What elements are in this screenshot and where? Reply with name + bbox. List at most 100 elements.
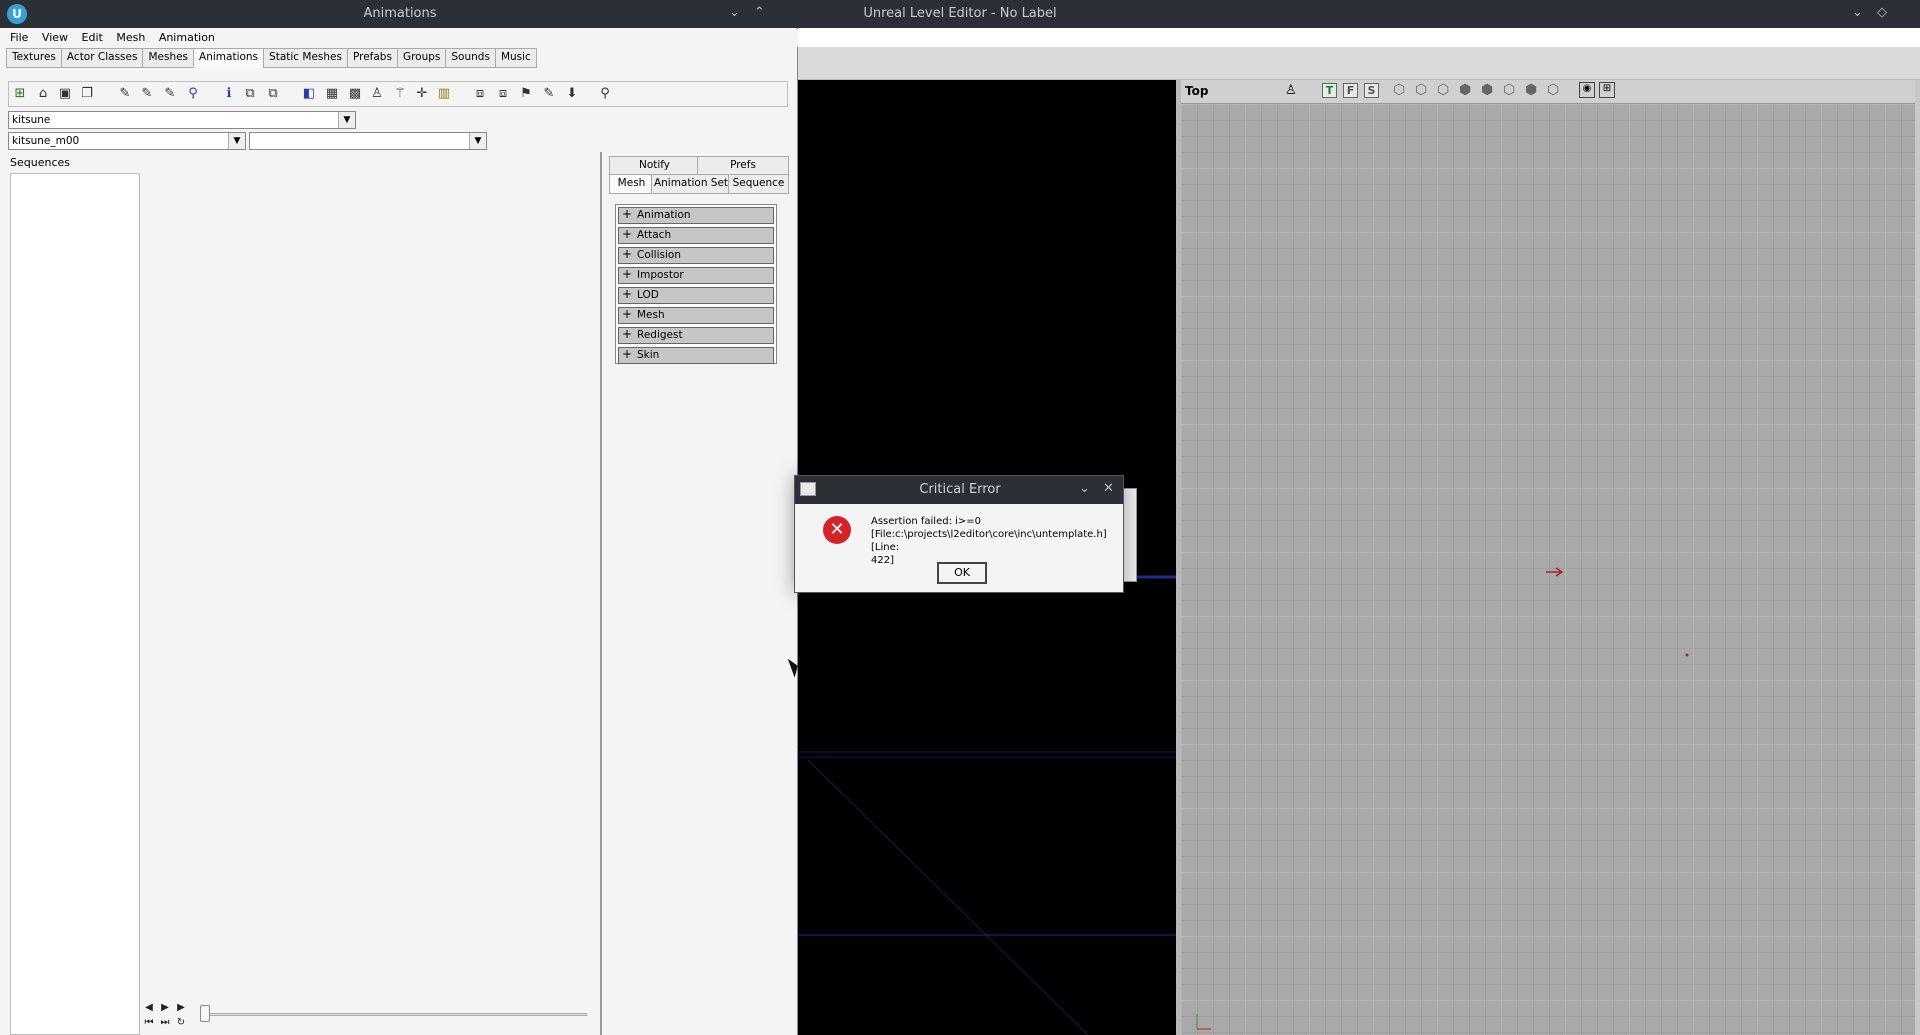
property-label: Mesh <box>637 309 665 321</box>
expand-icon[interactable]: + <box>622 247 632 262</box>
tab-animation-set[interactable]: Animation Set <box>651 174 731 194</box>
crosshair-icon[interactable]: ✛ <box>414 86 430 102</box>
tab-groups[interactable]: Groups <box>396 48 447 68</box>
box-icon-1[interactable]: ⧉ <box>242 86 258 102</box>
ok-button[interactable]: OK <box>937 562 987 584</box>
lock-icon[interactable]: ⊞ <box>1599 82 1615 98</box>
expand-icon[interactable]: + <box>622 207 632 222</box>
info-icon[interactable]: ℹ <box>221 86 237 102</box>
property-label: Attach <box>637 229 672 241</box>
animations-window-title: Animations <box>363 6 437 21</box>
property-redigest[interactable]: + Redigest <box>618 327 774 344</box>
bone-icon[interactable]: ⚚ <box>392 86 408 102</box>
tab-notify[interactable]: Notify <box>609 156 700 176</box>
tab-meshes[interactable]: Meshes <box>142 48 195 68</box>
step-back-icon[interactable]: ◀ <box>142 1002 156 1014</box>
property-collision[interactable]: + Collision <box>618 247 774 264</box>
notify-icon[interactable]: ⚑ <box>518 86 534 102</box>
chevron-down-icon[interactable]: ▼ <box>469 133 486 149</box>
side-mode-icon[interactable]: S <box>1364 83 1379 98</box>
grid-icon[interactable]: ▦ <box>324 86 340 102</box>
tab-sounds[interactable]: Sounds <box>445 48 496 68</box>
animset-combo[interactable]: ▼ <box>249 132 487 150</box>
menu-edit[interactable]: Edit <box>77 29 108 47</box>
tab-sequence[interactable]: Sequence <box>728 174 789 194</box>
mesh-combo[interactable]: kitsune_m00 ▼ <box>8 132 246 150</box>
menu-file[interactable]: File <box>0 29 33 47</box>
property-animation[interactable]: + Animation <box>618 207 774 224</box>
view-mode-icon-3[interactable]: ⬡ <box>1437 82 1449 98</box>
save-icon[interactable]: ▣ <box>57 86 73 102</box>
dialog-close-button[interactable]: ✕ <box>1103 481 1114 496</box>
add-icon[interactable]: ⊞ <box>12 86 28 102</box>
edit-icon-3[interactable]: ✎ <box>162 86 178 102</box>
view-mode-icon-1[interactable]: ⬡ <box>1393 82 1405 98</box>
step-forward-icon[interactable]: ▶ <box>174 1002 188 1014</box>
fast-forward-icon[interactable]: ⏭ <box>158 1017 172 1029</box>
open-folder-icon[interactable]: ⌂ <box>35 86 51 102</box>
menu-mesh[interactable]: Mesh <box>111 29 150 47</box>
tab-mesh[interactable]: Mesh <box>609 174 654 194</box>
timeline-slider-thumb[interactable] <box>200 1005 210 1022</box>
actor-icon[interactable]: ♙ <box>1285 83 1297 98</box>
property-attach[interactable]: + Attach <box>618 227 774 244</box>
animations-maximize-button[interactable]: ⌃ <box>754 5 765 20</box>
download-icon[interactable]: ⬇ <box>564 86 580 102</box>
texture-mode-icon[interactable]: T <box>1322 83 1337 98</box>
front-mode-icon[interactable]: F <box>1343 83 1358 98</box>
timeline-slider-track[interactable] <box>202 1013 587 1016</box>
tab-textures[interactable]: Textures <box>6 48 62 68</box>
editor-minimize-button[interactable]: ⌄ <box>1852 5 1863 20</box>
editor-restore-button[interactable]: ◇ <box>1877 5 1887 20</box>
property-mesh[interactable]: + Mesh <box>618 307 774 324</box>
property-skin[interactable]: + Skin <box>618 347 774 364</box>
copy-icon[interactable]: ❐ <box>79 86 95 102</box>
property-impostor[interactable]: + Impostor <box>618 267 774 284</box>
import-icon[interactable]: ⧈ <box>472 86 488 102</box>
search-icon[interactable]: ⚲ <box>597 86 613 102</box>
link-icon[interactable]: ⚲ <box>185 86 201 102</box>
edit-icon-2[interactable]: ✎ <box>139 86 155 102</box>
cube-icon[interactable]: ◧ <box>301 86 317 102</box>
animation-toolbar: ⊞ ⌂ ▣ ❐ ✎ ✎ ✎ ⚲ ℹ ⧉ ⧉ ◧ ▦ ▩ ♙ ⚚ ✛ ▥ ⧈ ⧈ … <box>8 81 788 107</box>
eye-icon[interactable]: ◉ <box>1579 82 1595 98</box>
tab-prefabs[interactable]: Prefabs <box>346 48 398 68</box>
view-mode-icon-7[interactable]: ⬢ <box>1525 82 1537 98</box>
property-lod[interactable]: + LOD <box>618 287 774 304</box>
view-mode-icon-2[interactable]: ⬡ <box>1415 82 1427 98</box>
play-icon[interactable]: ▶ <box>158 1002 172 1014</box>
figure-icon[interactable]: ♙ <box>369 86 385 102</box>
package-combo[interactable]: kitsune ▼ <box>8 111 356 129</box>
menu-view[interactable]: View <box>37 29 73 47</box>
tab-actor-classes[interactable]: Actor Classes <box>60 48 144 68</box>
sequences-list[interactable] <box>10 173 140 1035</box>
expand-icon[interactable]: + <box>622 307 632 322</box>
expand-icon[interactable]: + <box>622 327 632 342</box>
rewind-icon[interactable]: ⏮ <box>142 1017 156 1029</box>
tab-music[interactable]: Music <box>494 48 537 68</box>
tab-animations[interactable]: Animations <box>193 48 265 68</box>
matrix-icon[interactable]: ▩ <box>347 86 363 102</box>
view-mode-icon-4[interactable]: ⬢ <box>1459 82 1471 98</box>
chart-icon[interactable]: ▥ <box>436 86 452 102</box>
box-icon-2[interactable]: ⧉ <box>265 86 281 102</box>
view-mode-icon-6[interactable]: ⬡ <box>1503 82 1515 98</box>
dialog-minimize-button[interactable]: ⌄ <box>1079 481 1090 496</box>
tab-static-meshes[interactable]: Static Meshes <box>263 48 348 68</box>
tab-prefs[interactable]: Prefs <box>697 156 789 176</box>
view-mode-icon-5[interactable]: ⬢ <box>1481 82 1493 98</box>
view-mode-icon-8[interactable]: ⬡ <box>1547 82 1559 98</box>
socket-icon[interactable]: ✎ <box>541 86 557 102</box>
animations-minimize-button[interactable]: ⌄ <box>729 5 740 20</box>
expand-icon[interactable]: + <box>622 227 632 242</box>
expand-icon[interactable]: + <box>622 347 632 362</box>
expand-icon[interactable]: + <box>622 287 632 302</box>
chevron-down-icon[interactable]: ▼ <box>338 112 355 128</box>
edit-icon-1[interactable]: ✎ <box>117 86 133 102</box>
export-icon[interactable]: ⧈ <box>495 86 511 102</box>
menu-animation[interactable]: Animation <box>154 29 220 47</box>
expand-icon[interactable]: + <box>622 267 632 282</box>
loop-icon[interactable]: ↻ <box>174 1017 188 1029</box>
chevron-down-icon[interactable]: ▼ <box>228 133 245 149</box>
top-viewport[interactable] <box>1181 104 1920 1035</box>
